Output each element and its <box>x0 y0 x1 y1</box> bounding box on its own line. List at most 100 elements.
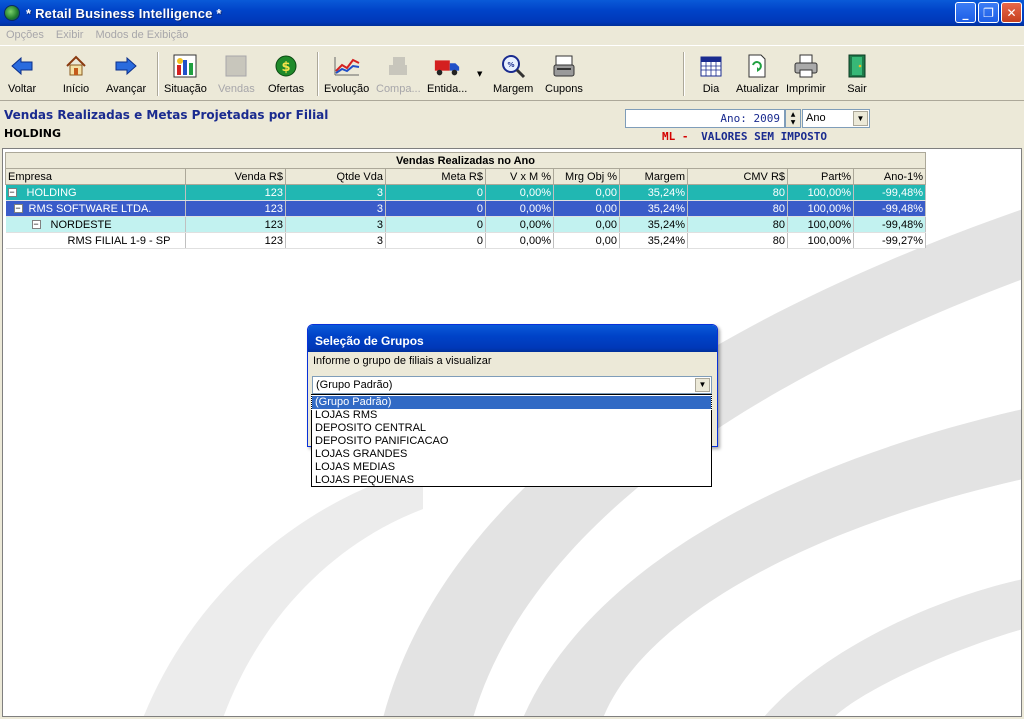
group-option[interactable]: LOJAS RMS <box>312 409 711 422</box>
row-empresa: RMS SOFTWARE LTDA. <box>28 202 152 215</box>
compras-button[interactable]: Compa... <box>376 52 421 95</box>
menu-modos-exibicao[interactable]: Modos de Exibição <box>95 29 188 41</box>
svg-text:%: % <box>508 61 515 69</box>
row-vxm: 0,00% <box>485 200 554 217</box>
row-venda: 123 <box>185 232 286 249</box>
table-row[interactable]: − RMS SOFTWARE LTDA. 123 3 0 0,00% 0,00 3… <box>5 200 926 217</box>
row-venda: 123 <box>185 200 286 217</box>
group-option[interactable]: LOJAS MEDIAS <box>312 461 711 474</box>
margem-button[interactable]: % Margem <box>493 52 533 95</box>
calendar-icon <box>697 52 725 80</box>
purchases-icon <box>384 52 412 80</box>
table-row[interactable]: RMS FILIAL 1-9 - SP 123 3 0 0,00% 0,00 3… <box>5 232 926 249</box>
year-input[interactable]: Ano: 2009 <box>625 109 785 128</box>
collapse-toggle-icon[interactable]: − <box>31 220 41 230</box>
col-vxm[interactable]: V x M % <box>485 168 554 185</box>
col-margem[interactable]: Margem <box>619 168 688 185</box>
report-header: Vendas Realizadas e Metas Projetadas por… <box>0 102 1024 148</box>
row-part: 100,00% <box>787 232 854 249</box>
collapse-toggle-icon[interactable]: − <box>7 188 17 198</box>
toolbar-separator <box>317 52 319 96</box>
col-ano-1[interactable]: Ano-1% <box>853 168 926 185</box>
vendas-button[interactable]: Vendas <box>218 52 255 95</box>
row-cmv: 80 <box>687 232 788 249</box>
imprimir-button[interactable]: Imprimir <box>786 52 826 95</box>
table-row[interactable]: − NORDESTE 123 3 0 0,00% 0,00 35,24% 80 1… <box>5 216 926 233</box>
col-meta[interactable]: Meta R$ <box>385 168 486 185</box>
col-qtde[interactable]: Qtde Vda <box>285 168 386 185</box>
dialog-title: Seleção de Grupos <box>308 325 717 352</box>
spin-down-icon[interactable]: ▼ <box>791 119 796 126</box>
table-row[interactable]: − HOLDING 123 3 0 0,00% 0,00 35,24% 80 10… <box>5 184 926 201</box>
avancar-button[interactable]: Avançar <box>106 52 146 95</box>
menu-exibir[interactable]: Exibir <box>56 29 84 41</box>
ofertas-button[interactable]: $ Ofertas <box>268 52 304 95</box>
avancar-label: Avançar <box>106 83 147 95</box>
group-dropdown-list: (Grupo Padrão) LOJAS RMS DEPOSITO CENTRA… <box>311 394 712 487</box>
col-venda[interactable]: Venda R$ <box>185 168 286 185</box>
toolbar-separator <box>157 52 159 96</box>
close-icon: ✕ <box>1006 5 1017 20</box>
toolbar: Voltar Início Avançar Situação Vendas $ … <box>0 45 1024 101</box>
row-margem: 35,24% <box>619 184 688 201</box>
col-empresa[interactable]: Empresa <box>5 168 186 185</box>
inicio-button[interactable]: Início <box>62 52 90 95</box>
collapse-toggle-icon[interactable]: − <box>13 204 23 214</box>
imprimir-label: Imprimir <box>786 83 826 95</box>
close-button[interactable]: ✕ <box>1001 2 1022 23</box>
row-cmv: 80 <box>687 200 788 217</box>
minimize-button[interactable]: _ <box>955 2 976 23</box>
group-option[interactable]: LOJAS GRANDES <box>312 448 711 461</box>
restore-button[interactable]: ❐ <box>978 2 999 23</box>
forward-arrow-icon <box>112 52 140 80</box>
margem-label: Margem <box>493 83 534 95</box>
back-arrow-icon <box>8 52 36 80</box>
row-empresa: RMS FILIAL 1-9 - SP <box>67 234 171 247</box>
col-mrg-obj[interactable]: Mrg Obj % <box>553 168 620 185</box>
row-qtde: 3 <box>285 184 386 201</box>
globe-icon <box>4 5 20 21</box>
svg-text:$: $ <box>282 60 291 75</box>
group-option[interactable]: DEPOSITO PANIFICACAO <box>312 435 711 448</box>
row-margem: 35,24% <box>619 216 688 233</box>
atualizar-button[interactable]: Atualizar <box>736 52 779 95</box>
row-venda: 123 <box>185 184 286 201</box>
menu-opcoes[interactable]: Opções <box>6 29 44 41</box>
group-option[interactable]: DEPOSITO CENTRAL <box>312 422 711 435</box>
dia-button[interactable]: Dia <box>697 52 725 95</box>
row-margem: 35,24% <box>619 232 688 249</box>
period-select-value: Ano <box>806 112 826 124</box>
group-option[interactable]: LOJAS PEQUENAS <box>312 474 711 487</box>
cupons-button[interactable]: Cupons <box>545 52 583 95</box>
magnifier-icon: % <box>499 52 527 80</box>
chevron-down-icon[interactable]: ▼ <box>853 111 868 126</box>
tax-note: ML - VALORES SEM IMPOSTO <box>662 130 827 143</box>
entidades-dropdown-icon[interactable]: ▼ <box>477 70 482 78</box>
entidades-button[interactable]: Entida... <box>427 52 467 95</box>
chevron-down-icon[interactable]: ▼ <box>695 378 710 392</box>
window-title: * Retail Business Intelligence * <box>26 5 222 21</box>
row-empresa: NORDESTE <box>50 218 112 231</box>
row-margem: 35,24% <box>619 200 688 217</box>
year-spinner[interactable]: ▲ ▼ <box>785 109 801 128</box>
ofertas-label: Ofertas <box>268 83 305 95</box>
col-part[interactable]: Part% <box>787 168 854 185</box>
row-qtde: 3 <box>285 232 386 249</box>
column-header-row: Empresa Venda R$ Qtde Vda Meta R$ V x M … <box>5 168 926 185</box>
spin-up-icon[interactable]: ▲ <box>791 111 796 118</box>
evolucao-button[interactable]: Evolução <box>324 52 369 95</box>
voltar-button[interactable]: Voltar <box>8 52 36 95</box>
row-cmv: 80 <box>687 216 788 233</box>
period-select[interactable]: Ano ▼ <box>802 109 870 128</box>
atualizar-label: Atualizar <box>736 83 779 95</box>
row-cmv: 80 <box>687 184 788 201</box>
group-combo[interactable]: (Grupo Padrão) ▼ <box>312 376 712 394</box>
refresh-icon <box>743 52 771 80</box>
situacao-button[interactable]: Situação <box>164 52 207 95</box>
sair-button[interactable]: Sair <box>843 52 871 95</box>
col-cmv[interactable]: CMV R$ <box>687 168 788 185</box>
group-option[interactable]: (Grupo Padrão) <box>311 395 712 410</box>
ml-label: ML - <box>662 130 689 143</box>
row-ano-1: -99,48% <box>853 216 926 233</box>
situation-chart-icon <box>171 52 199 80</box>
